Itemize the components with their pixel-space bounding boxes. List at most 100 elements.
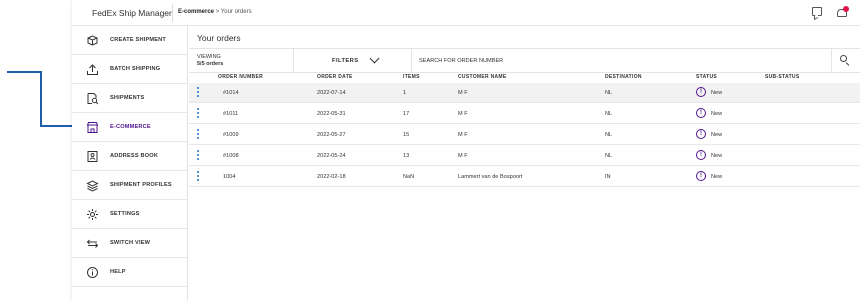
sidebar-item-label: SHIPMENTS (110, 95, 145, 101)
top-bar: FedEx Ship Manager E-commerce > Your ord… (72, 0, 860, 26)
annotation-pointer (7, 71, 41, 73)
gear-icon (86, 208, 99, 221)
destination: IN (605, 174, 611, 180)
row-menu-icon[interactable] (197, 87, 200, 99)
items-count: 17 (403, 111, 410, 117)
column-header-customer-name[interactable]: CUSTOMER NAME (458, 74, 507, 80)
sidebar-item-help[interactable]: HELP (72, 258, 188, 287)
divider (831, 49, 832, 73)
breadcrumb-page: Your orders (220, 9, 252, 15)
column-header-items[interactable]: ITEMS (403, 74, 420, 80)
row-menu-icon[interactable] (197, 150, 200, 162)
status-label: New (711, 174, 723, 180)
table-row[interactable]: #1008 2022-05-24 13 M F NL ! New (189, 146, 860, 166)
row-menu-icon[interactable] (197, 108, 200, 120)
swap-icon (86, 237, 99, 250)
table-header: ORDER NUMBER ORDER DATE ITEMS CUSTOMER N… (189, 73, 860, 82)
divider (172, 4, 173, 22)
viewing-summary: VIEWING 5/5 orders (197, 54, 223, 67)
status-label: New (711, 111, 723, 117)
annotation-pointer (40, 71, 42, 127)
destination: NL (605, 90, 613, 96)
row-menu-icon[interactable] (197, 171, 200, 183)
column-header-order-date[interactable]: ORDER DATE (317, 74, 353, 80)
sidebar-item-shipment-profiles[interactable]: SHIPMENT PROFILES (72, 171, 188, 200)
table-row[interactable]: #1011 2022-05-31 17 M F NL ! New (189, 104, 860, 124)
order-date: 2022-07-14 (317, 90, 346, 96)
order-number[interactable]: #1014 (223, 90, 239, 96)
customer-name: M F (458, 153, 468, 159)
order-date: 2022-02-18 (317, 174, 346, 180)
destination: NL (605, 153, 613, 159)
sidebar-item-address-book[interactable]: ADDRESS BOOK (72, 142, 188, 171)
filter-bar: VIEWING 5/5 orders FILTERS SEARCH FOR OR… (189, 49, 860, 73)
order-number[interactable]: #1009 (223, 132, 239, 138)
items-count: 1 (403, 90, 407, 96)
order-date: 2022-05-24 (317, 153, 346, 159)
box-icon (86, 34, 99, 47)
customer-name: M F (458, 132, 468, 138)
sidebar-item-create-shipment[interactable]: CREATE SHIPMENT (72, 26, 188, 55)
status-info-icon: ! (696, 171, 706, 181)
sidebar-item-label: ADDRESS BOOK (110, 153, 159, 159)
order-date: 2022-05-31 (317, 111, 346, 117)
sidebar-item-switch-view[interactable]: SWITCH VIEW (72, 229, 188, 258)
customer-name: Lammert van de Bospoort (458, 174, 523, 180)
app-title: FedEx Ship Manager (92, 8, 172, 18)
column-header-order-number[interactable]: ORDER NUMBER (218, 74, 263, 80)
table-row[interactable]: 1004 2022-02-18 NaN Lammert van de Bospo… (189, 167, 860, 187)
upload-icon (86, 63, 99, 76)
status-label: New (711, 153, 723, 159)
breadcrumb-separator: > (215, 9, 220, 15)
search-icon[interactable] (840, 55, 850, 66)
search-icon-handle (845, 62, 850, 66)
row-menu-icon[interactable] (197, 129, 200, 141)
shipments-icon (86, 92, 99, 105)
main-content: Your orders VIEWING 5/5 orders FILTERS S… (189, 26, 860, 301)
breadcrumb: E-commerce > Your orders (178, 9, 252, 15)
chat-icon[interactable] (812, 7, 822, 16)
sidebar-item-e-commerce[interactable]: E-COMMERCE (72, 113, 188, 142)
status-label: New (711, 90, 723, 96)
sidebar-item-settings[interactable]: SETTINGS (72, 200, 188, 229)
table-row[interactable]: #1009 2022-05-27 15 M F NL ! New (189, 125, 860, 145)
address-book-icon (86, 150, 99, 163)
status-info-icon: ! (696, 150, 706, 160)
status-label: New (711, 132, 723, 138)
store-icon (86, 121, 99, 134)
status-info-icon: ! (696, 129, 706, 139)
layers-icon (86, 179, 99, 192)
divider (293, 49, 294, 73)
column-header-sub-status[interactable]: SUB-STATUS (765, 74, 799, 80)
sidebar-item-label: SETTINGS (110, 211, 140, 217)
customer-name: M F (458, 111, 468, 117)
search-input[interactable]: SEARCH FOR ORDER NUMBER (419, 58, 503, 64)
customer-name: M F (458, 90, 468, 96)
items-count: NaN (403, 174, 415, 180)
order-number[interactable]: #1011 (223, 111, 238, 117)
viewing-count: 5/5 orders (197, 60, 224, 67)
status-info-icon: ! (696, 108, 706, 118)
annotation-pointer (40, 125, 72, 127)
sidebar-item-label: E-COMMERCE (110, 124, 151, 130)
sidebar-item-label: CREATE SHIPMENT (110, 37, 167, 43)
page-title: Your orders (197, 33, 241, 43)
order-number[interactable]: #1008 (223, 153, 239, 159)
status-info-icon: ! (696, 87, 706, 97)
sidebar-item-label: BATCH SHIPPING (110, 66, 161, 72)
filters-button[interactable]: FILTERS (332, 58, 359, 64)
order-number[interactable]: 1004 (223, 174, 235, 180)
items-count: 15 (403, 132, 410, 138)
notification-icon[interactable] (836, 6, 849, 18)
items-count: 13 (403, 153, 410, 159)
column-header-status[interactable]: STATUS (696, 74, 717, 80)
sidebar-item-shipments[interactable]: SHIPMENTS (72, 84, 188, 113)
notification-badge (843, 6, 849, 12)
column-header-destination[interactable]: DESTINATION (605, 74, 642, 80)
breadcrumb-section[interactable]: E-commerce (178, 9, 214, 15)
sidebar-item-label: SHIPMENT PROFILES (110, 182, 172, 188)
sidebar-item-batch-shipping[interactable]: BATCH SHIPPING (72, 55, 188, 84)
sidebar-item-label: HELP (110, 269, 126, 275)
table-row[interactable]: #1014 2022-07-14 1 M F NL ! New (189, 83, 860, 103)
chevron-down-icon[interactable] (369, 53, 380, 64)
